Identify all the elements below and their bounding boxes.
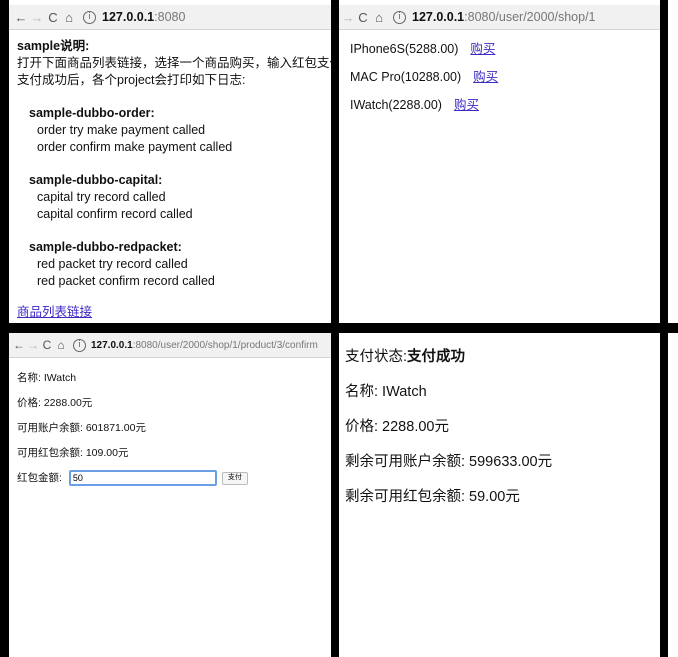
product-name: 名称: IWatch bbox=[17, 372, 77, 384]
back-arrow-icon[interactable]: ← bbox=[12, 338, 26, 352]
info-icon[interactable]: i bbox=[393, 10, 406, 24]
back-arrow-icon[interactable]: ← bbox=[13, 10, 29, 25]
url-field[interactable]: 127.0.0.1:8080/user/2000/shop/1 bbox=[412, 10, 596, 24]
frame-left bbox=[0, 0, 9, 657]
account-balance: 可用账户余额: 601871.00元 bbox=[17, 422, 146, 434]
home-icon[interactable]: ⌂ bbox=[61, 10, 77, 25]
url-host: 127.0.0.1 bbox=[412, 10, 465, 24]
url-field[interactable]: 127.0.0.1:8080 bbox=[102, 10, 185, 24]
intro-line-2: 支付成功后，各个project会打印如下日志: bbox=[17, 73, 246, 87]
module-name: sample-dubbo-order: bbox=[29, 106, 155, 120]
frame-right bbox=[660, 0, 668, 657]
log-line: capital try record called bbox=[37, 190, 166, 204]
product-price: 价格: 2288.00元 bbox=[345, 419, 449, 435]
list-item: IPhone6S(5288.00) 购买 bbox=[339, 35, 660, 63]
url-path: :8080/user/2000/shop/1 bbox=[464, 10, 596, 24]
address-bar: → C ⌂ i 127.0.0.1:8080/user/2000/shop/1 bbox=[339, 5, 660, 30]
status-label: 支付状态: bbox=[345, 349, 408, 365]
pay-button[interactable]: 支付 bbox=[221, 471, 248, 485]
buy-link[interactable]: 购买 bbox=[473, 70, 498, 84]
status-value: 支付成功 bbox=[407, 349, 466, 365]
page-content: sample说明: 打开下面商品列表链接，选择一个商品购买，输入红包支付， 支付… bbox=[9, 30, 331, 321]
info-icon[interactable]: i bbox=[73, 338, 86, 352]
module-name: sample-dubbo-redpacket: bbox=[29, 240, 182, 254]
list-item: IWatch(2288.00) 购买 bbox=[339, 91, 660, 119]
home-icon[interactable]: ⌂ bbox=[371, 10, 387, 25]
reload-icon[interactable]: C bbox=[355, 10, 371, 25]
url-host: 127.0.0.1 bbox=[91, 339, 133, 351]
forward-arrow-icon[interactable]: → bbox=[29, 10, 45, 25]
redpacket-amount-input[interactable] bbox=[68, 470, 217, 487]
log-line: red packet try record called bbox=[37, 257, 188, 271]
url-host: 127.0.0.1 bbox=[102, 10, 155, 24]
redpacket-balance: 可用红包余额: 109.00元 bbox=[17, 447, 129, 459]
forward-arrow-icon[interactable]: → bbox=[341, 10, 355, 25]
browser-window-result: 支付状态:支付成功 名称: IWatch 价格: 2288.00元 剩余可用账户… bbox=[339, 333, 660, 651]
url-path: :8080 bbox=[154, 10, 186, 24]
module-redpacket: sample-dubbo-redpacket: red packet try r… bbox=[17, 239, 323, 290]
address-bar: ← → C ⌂ i 127.0.0.1:8080 bbox=[9, 5, 331, 30]
divider-horizontal bbox=[0, 323, 678, 333]
address-bar: ← → C ⌂ i 127.0.0.1:8080/user/2000/shop/… bbox=[9, 333, 331, 358]
forward-arrow-icon[interactable]: → bbox=[26, 338, 40, 352]
log-line: order confirm make payment called bbox=[37, 140, 233, 154]
log-line: capital confirm record called bbox=[37, 207, 193, 221]
log-line: red packet confirm record called bbox=[37, 274, 215, 288]
url-field[interactable]: 127.0.0.1:8080/user/2000/shop/1/product/… bbox=[91, 340, 318, 351]
reload-icon[interactable]: C bbox=[45, 10, 61, 25]
buy-link[interactable]: 购买 bbox=[470, 42, 495, 56]
confirm-form: 名称: IWatch 价格: 2288.00元 可用账户余额: 601871.0… bbox=[9, 358, 331, 499]
module-order: sample-dubbo-order: order try make payme… bbox=[17, 105, 323, 156]
product-name: IWatch(2288.00) bbox=[350, 98, 442, 112]
module-name: sample-dubbo-capital: bbox=[29, 173, 163, 187]
payment-result: 支付状态:支付成功 名称: IWatch 价格: 2288.00元 剩余可用账户… bbox=[339, 333, 660, 532]
product-price: 价格: 2288.00元 bbox=[17, 397, 93, 409]
log-line: order try make payment called bbox=[37, 123, 206, 137]
reload-icon[interactable]: C bbox=[40, 338, 54, 352]
browser-window-shop: → C ⌂ i 127.0.0.1:8080/user/2000/shop/1 … bbox=[339, 5, 660, 323]
info-icon[interactable]: i bbox=[83, 10, 96, 24]
redpacket-amount-row: 红包金额: 支付 bbox=[17, 466, 323, 491]
browser-window-confirm: ← → C ⌂ i 127.0.0.1:8080/user/2000/shop/… bbox=[9, 333, 331, 651]
remaining-account-balance: 剩余可用账户余额: 599633.00元 bbox=[345, 454, 553, 470]
amount-label: 红包金额: bbox=[17, 472, 62, 484]
sample-heading: sample说明: bbox=[17, 39, 90, 53]
payment-status: 支付状态:支付成功 bbox=[345, 345, 654, 380]
product-name: IPhone6S(5288.00) bbox=[350, 42, 459, 56]
list-item: MAC Pro(10288.00) 购买 bbox=[339, 63, 660, 91]
remaining-redpacket-balance: 剩余可用红包余额: 59.00元 bbox=[345, 489, 520, 505]
buy-link[interactable]: 购买 bbox=[454, 98, 479, 112]
browser-window-sample-info: ← → C ⌂ i 127.0.0.1:8080 sample说明: 打开下面商… bbox=[9, 5, 331, 323]
module-capital: sample-dubbo-capital: capital try record… bbox=[17, 172, 323, 223]
intro-line-1: 打开下面商品列表链接，选择一个商品购买，输入红包支付， bbox=[17, 56, 331, 70]
product-list-link[interactable]: 商品列表链接 bbox=[17, 304, 92, 321]
product-name: 名称: IWatch bbox=[345, 384, 427, 400]
product-name: MAC Pro(10288.00) bbox=[350, 70, 462, 84]
product-list: IPhone6S(5288.00) 购买 MAC Pro(10288.00) 购买 … bbox=[339, 35, 660, 119]
url-path: :8080/user/2000/shop/1/product/3/confirm bbox=[132, 339, 318, 351]
home-icon[interactable]: ⌂ bbox=[54, 338, 68, 352]
